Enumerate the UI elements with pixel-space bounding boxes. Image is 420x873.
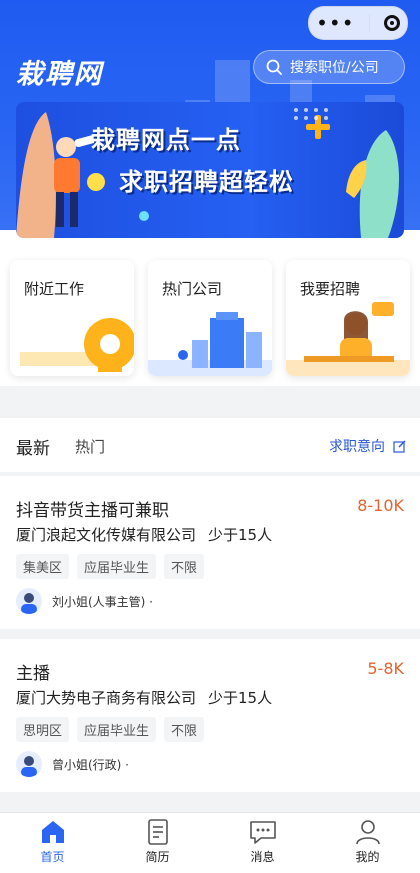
recruiter: 曾小姐(行政) · xyxy=(16,751,129,777)
job-list-tabs: 最新 热门 求职意向 xyxy=(0,418,420,472)
resume-icon xyxy=(147,819,168,845)
miniprogram-capsule: ••• xyxy=(308,6,408,40)
tag-experience: 应届毕业生 xyxy=(77,554,157,579)
profile-icon xyxy=(355,820,380,845)
job-intent-link[interactable]: 求职意向 xyxy=(329,436,406,456)
tag-district: 思明区 xyxy=(16,717,70,742)
tag-education: 不限 xyxy=(164,554,205,579)
nearby-jobs-card[interactable]: 附近工作 xyxy=(10,260,134,376)
job-tags: 思明区 应届毕业生 不限 xyxy=(16,717,205,742)
tab-hot[interactable]: 热门 xyxy=(75,436,105,457)
nav-messages[interactable]: 消息 xyxy=(210,813,315,873)
job-intent-label: 求职意向 xyxy=(329,439,385,455)
quick-links: 附近工作 热门公司 我要招聘 xyxy=(0,250,420,386)
job-card[interactable]: 抖音带货主播可兼职 8-10K 厦门浪起文化传媒有限公司 少于15人 集美区 应届… xyxy=(0,476,420,629)
bottom-nav: 首页 简历 消息 我的 xyxy=(0,812,420,873)
company-name: 厦门大势电子商务有限公司 xyxy=(16,689,197,707)
edit-icon xyxy=(393,440,406,453)
recruiter: 刘小姐(人事主管) · xyxy=(16,588,153,614)
recruiter-name: 曾小姐(行政) · xyxy=(52,757,129,772)
tab-latest[interactable]: 最新 xyxy=(16,434,50,459)
tag-experience: 应届毕业生 xyxy=(77,717,157,742)
message-icon xyxy=(249,821,276,844)
home-icon xyxy=(41,821,64,843)
search-icon xyxy=(266,59,282,75)
job-card[interactable]: 主播 5-8K 厦门大势电子商务有限公司 少于15人 思明区 应届毕业生 不限 曾… xyxy=(0,639,420,792)
location-pin-icon xyxy=(20,318,134,372)
search-box[interactable]: 搜索职位/公司 xyxy=(253,50,405,84)
close-miniprogram-icon[interactable] xyxy=(383,15,400,31)
recruiter-name: 刘小姐(人事主管) · xyxy=(52,594,153,609)
avatar xyxy=(16,751,42,777)
banner-headline-2: 求职招聘超轻松 xyxy=(119,168,294,196)
job-salary: 5-8K xyxy=(367,659,404,678)
tag-district: 集美区 xyxy=(16,554,70,579)
nav-profile-label: 我的 xyxy=(355,850,380,864)
nav-resume[interactable]: 简历 xyxy=(105,813,210,873)
tag-education: 不限 xyxy=(164,717,205,742)
nav-home-label: 首页 xyxy=(40,850,65,864)
avatar xyxy=(16,588,42,614)
company-size: 少于15人 xyxy=(208,689,273,707)
company-info: 厦门浪起文化传媒有限公司 少于15人 xyxy=(16,524,272,545)
post-job-card[interactable]: 我要招聘 xyxy=(286,260,410,376)
building-icon xyxy=(148,312,272,376)
popular-companies-card[interactable]: 热门公司 xyxy=(148,260,272,376)
nav-resume-label: 简历 xyxy=(145,850,170,864)
company-size: 少于15人 xyxy=(208,526,273,544)
recruiter-illustration-icon xyxy=(286,302,410,376)
more-icon[interactable]: ••• xyxy=(316,13,354,33)
job-title: 主播 xyxy=(16,664,50,684)
nav-messages-label: 消息 xyxy=(250,850,275,864)
nav-home[interactable]: 首页 xyxy=(0,813,105,873)
promo-banner[interactable]: 栽聘网点一点 求职招聘超轻松 xyxy=(16,102,404,238)
job-title: 抖音带货主播可兼职 xyxy=(16,501,169,521)
search-placeholder: 搜索职位/公司 xyxy=(290,60,379,76)
app-logo: 栽聘网 xyxy=(16,59,103,90)
banner-headline-1: 栽聘网点一点 xyxy=(91,126,241,154)
company-name: 厦门浪起文化传媒有限公司 xyxy=(16,526,197,544)
company-info: 厦门大势电子商务有限公司 少于15人 xyxy=(16,687,272,708)
job-tags: 集美区 应届毕业生 不限 xyxy=(16,554,205,579)
nav-profile[interactable]: 我的 xyxy=(315,813,420,873)
job-salary: 8-10K xyxy=(357,496,404,515)
